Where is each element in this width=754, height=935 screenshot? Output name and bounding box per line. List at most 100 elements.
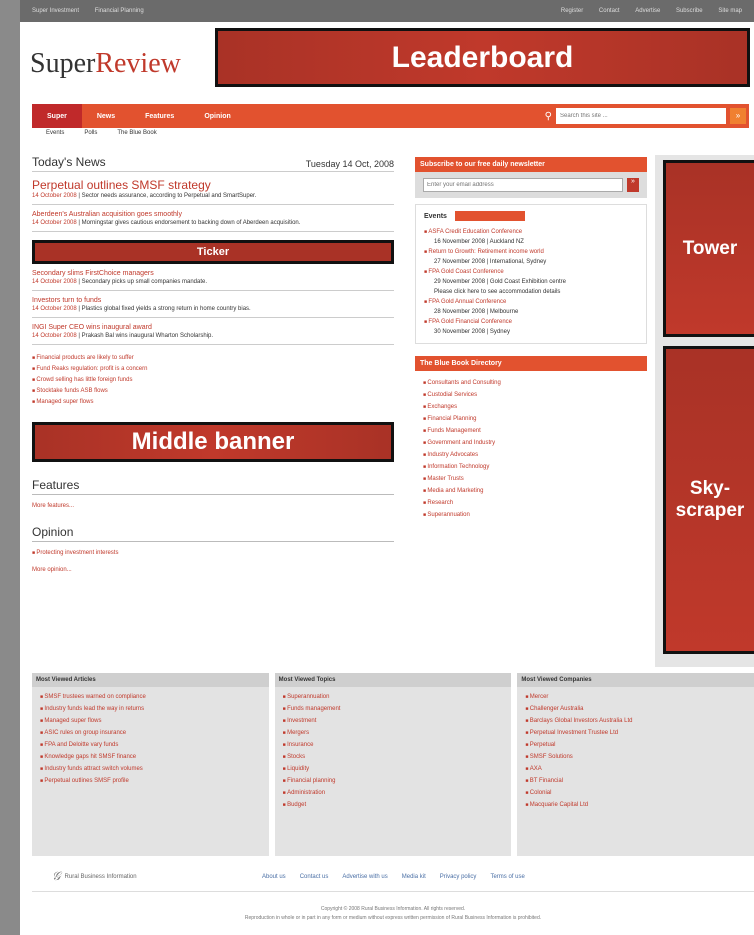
list-item[interactable]: Funds management [283,703,504,715]
tab-opinion[interactable]: Opinion [189,104,245,128]
list-item[interactable]: Industry funds lead the way in returns [40,703,261,715]
more-features-link[interactable]: More features... [32,503,394,509]
list-item[interactable]: SMSF trustees warned on compliance [40,691,261,703]
logo-part1: Super [30,48,96,79]
story-title[interactable]: Perpetual outlines SMSF strategy [32,178,394,192]
list-item[interactable]: Insurance [283,739,504,751]
main-nav: Super News Features Opinion ⚲ » [32,104,749,128]
list-item[interactable]: Stocks [283,751,504,763]
list-item[interactable]: Managed super flows [32,397,394,408]
features-heading: Features [32,478,394,495]
list-item[interactable]: Research [423,497,639,509]
list-item[interactable]: Consultants and Consulting [423,377,639,389]
list-item[interactable]: Challenger Australia [525,703,746,715]
list-item[interactable]: Financial planning [283,775,504,787]
footer-link-terms[interactable]: Terms of use [490,874,524,880]
opinion-list: Protecting investment interests [32,548,394,559]
list-item[interactable]: Superannuation [423,509,639,521]
ticker-ad[interactable]: Ticker [32,240,394,264]
list-item[interactable]: BT Financial [525,775,746,787]
newsletter-go-button[interactable]: » [627,178,639,192]
list-item[interactable]: Financial Planning [423,413,639,425]
list-item[interactable]: Administration [283,787,504,799]
list-item[interactable]: FPA and Deloitte vary funds [40,739,261,751]
skyscraper-ad[interactable]: Sky- scraper [663,346,754,654]
list-item[interactable]: Superannuation [283,691,504,703]
news-heading: Today's News [32,155,106,169]
list-item[interactable]: Fund Reaks regulation: profit is a conce… [32,364,394,375]
tab-other[interactable] [454,211,525,221]
list-item[interactable]: Government and Industry [423,437,639,449]
list-item[interactable]: Industry funds attract switch volumes [40,763,261,775]
more-opinion-link[interactable]: More opinion... [32,567,394,573]
top-link-sitemap[interactable]: Site map [718,8,742,14]
list-item[interactable]: Perpetual [525,739,746,751]
list-item[interactable]: Perpetual Investment Trustee Ltd [525,727,746,739]
list-item[interactable]: Crowd selling has little foreign funds [32,375,394,386]
footer-link-privacy[interactable]: Privacy policy [440,874,477,880]
subnav-bluebook[interactable]: The Blue Book [117,130,156,136]
list-item[interactable]: Liquidity [283,763,504,775]
list-item[interactable]: SMSF Solutions [525,751,746,763]
list-item[interactable]: Stocktake funds ASB flows [32,386,394,397]
top-link-register[interactable]: Register [561,8,583,14]
email-field[interactable] [423,178,623,192]
bluebook-heading: The Blue Book Directory [415,356,647,371]
list-item[interactable]: Funds Management [423,425,639,437]
footer-link-about[interactable]: About us [262,874,286,880]
list-item: Return to Growth: Retirement income worl… [424,247,638,267]
list-item[interactable]: Barclays Global Investors Australia Ltd [525,715,746,727]
story-title[interactable]: INGI Super CEO wins inaugural award [32,324,394,332]
tab-events[interactable]: Events [424,213,447,220]
list-item[interactable]: Knowledge gaps hit SMSF finance [40,751,261,763]
list-item[interactable]: Industry Advocates [423,449,639,461]
story-title[interactable]: Aberdeen's Australian acquisition goes s… [32,211,394,219]
list-item[interactable]: Custodial Services [423,389,639,401]
list-item[interactable]: Exchanges [423,401,639,413]
site-logo[interactable]: SuperReview [30,48,181,80]
tab-super[interactable]: Super [32,104,82,128]
event-title[interactable]: ASFA Credit Education Conference [424,227,638,237]
subnav-polls[interactable]: Polls [84,130,97,136]
top-link-subscribe[interactable]: Subscribe [676,8,703,14]
footer-brand[interactable]: 𝒢 Rural Business Information [32,869,262,884]
list-item[interactable]: Perpetual outlines SMSF profile [40,775,261,787]
footer-link-mediakit[interactable]: Media kit [402,874,426,880]
search-go-button[interactable]: » [730,108,746,124]
list-item[interactable]: Master Trusts [423,473,639,485]
list-item[interactable]: Mergers [283,727,504,739]
list-item[interactable]: AXA [525,763,746,775]
tower-ad[interactable]: Tower [663,160,754,337]
top-link[interactable]: Super Investment [32,8,79,14]
event-title[interactable]: Return to Growth: Retirement income worl… [424,247,638,257]
event-note[interactable]: Please click here to see accommodation d… [424,287,638,297]
story-title[interactable]: Investors turn to funds [32,297,394,305]
subnav-events[interactable]: Events [46,130,64,136]
list-item[interactable]: Macquarie Capital Ltd [525,799,746,811]
tab-news[interactable]: News [82,104,130,128]
top-link-advertise[interactable]: Advertise [635,8,660,14]
list-item[interactable]: Mercer [525,691,746,703]
middle-banner-ad[interactable]: Middle banner [32,422,394,462]
list-item[interactable]: Financial products are likely to suffer [32,353,394,364]
list-item[interactable]: Budget [283,799,504,811]
leaderboard-ad[interactable]: Leaderboard [215,28,750,87]
list-item[interactable]: Protecting investment interests [32,548,394,559]
top-link[interactable]: Financial Planning [95,8,144,14]
list-item[interactable]: Investment [283,715,504,727]
list-item[interactable]: Media and Marketing [423,485,639,497]
list-item[interactable]: ASIC rules on group insurance [40,727,261,739]
list-item[interactable]: Managed super flows [40,715,261,727]
footer-link-advertise[interactable]: Advertise with us [342,874,387,880]
top-link-contact[interactable]: Contact [599,8,620,14]
list-item[interactable]: Information Technology [423,461,639,473]
event-title[interactable]: FPA Gold Annual Conference [424,297,638,307]
footer-link-contact[interactable]: Contact us [300,874,329,880]
event-title[interactable]: FPA Gold Financial Conference [424,317,638,327]
list-item[interactable]: Colonial [525,787,746,799]
event-title[interactable]: FPA Gold Coast Conference [424,267,638,277]
tab-features[interactable]: Features [130,104,189,128]
search-input[interactable] [556,108,726,124]
skyscraper-label: Sky- scraper [675,478,745,521]
story-title[interactable]: Secondary slims FirstChoice managers [32,270,394,278]
